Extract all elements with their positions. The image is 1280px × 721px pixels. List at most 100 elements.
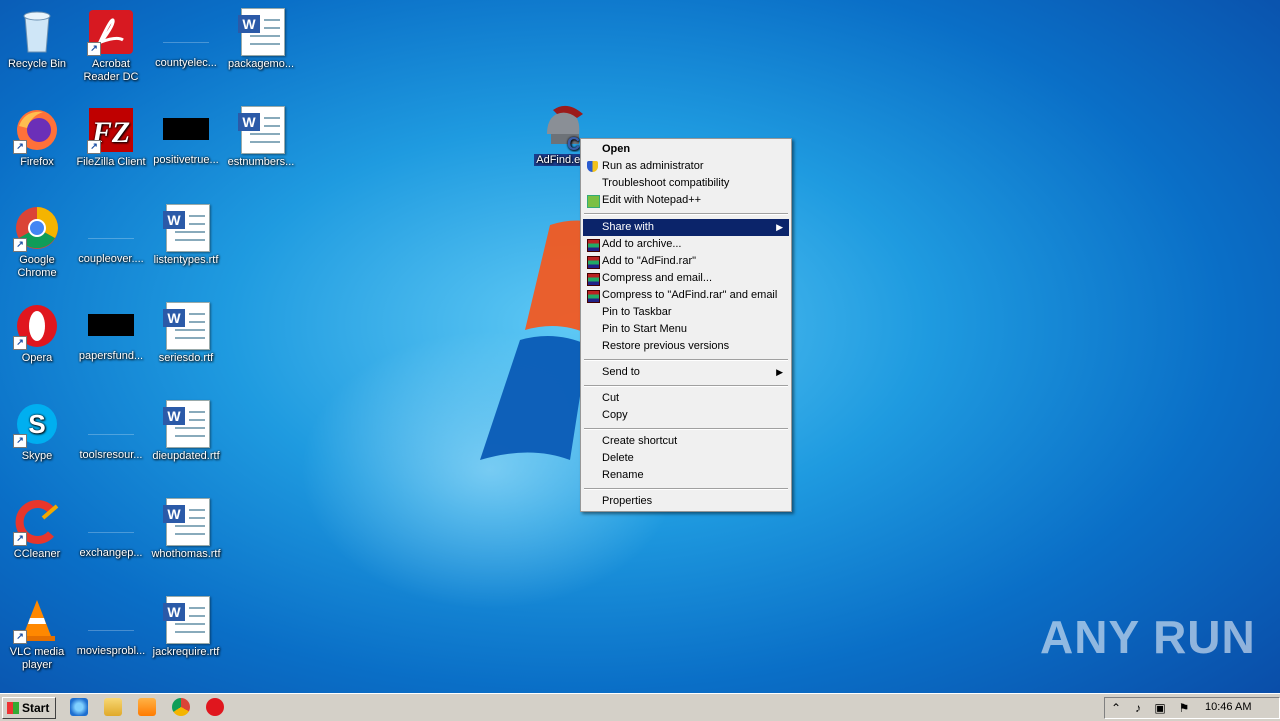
submenu-arrow-icon: ▶ (776, 222, 783, 232)
menu-item-create-shortcut[interactable]: Create shortcut (583, 433, 789, 450)
media-player-icon[interactable] (138, 698, 156, 716)
menu-item-label: Send to (602, 366, 640, 378)
menu-separator (584, 359, 788, 361)
opera-icon[interactable] (206, 698, 224, 716)
desktop-icon-vlc[interactable]: ↗ VLC media player (0, 596, 74, 672)
menu-item-compress-and-email[interactable]: Compress and email... (583, 270, 789, 287)
desktop-icon-label: packagemo... (227, 58, 295, 70)
menu-item-label: Properties (602, 495, 653, 507)
menu-item-label: Troubleshoot compatibility (602, 177, 730, 189)
menu-item-troubleshoot-compatibility[interactable]: Troubleshoot compatibility (583, 175, 789, 192)
explorer-folder-icon[interactable] (104, 698, 122, 716)
word-document-icon: W (162, 498, 210, 546)
desktop-icon-ccleaner[interactable]: ↗ CCleaner (0, 498, 74, 561)
menu-item-copy[interactable]: Copy (583, 407, 789, 424)
desktop-icon-coupleover[interactable]: coupleover.... (74, 204, 148, 266)
desktop-icon-toolsresour[interactable]: toolsresour... (74, 400, 148, 462)
desktop-icon-label: listentypes.rtf (153, 254, 219, 266)
desktop-icon-packagemo[interactable]: W packagemo... (224, 8, 298, 71)
menu-item-label: Create shortcut (602, 435, 678, 447)
desktop-icon-seriesdo[interactable]: W seriesdo.rtf (149, 302, 223, 365)
desktop-icon-label: papersfund... (78, 350, 144, 362)
skype-icon: S ↗ (13, 400, 61, 448)
desktop-icon-label: estnumbers... (227, 156, 295, 168)
svg-text:C: C (567, 134, 580, 152)
menu-item-open[interactable]: Open (583, 141, 789, 158)
desktop-icon-exchangep[interactable]: exchangep... (74, 498, 148, 560)
shortcut-arrow-icon: ↗ (13, 532, 27, 546)
desktop-icon-label: jackrequire.rtf (152, 646, 220, 658)
desktop-icon-label: whothomas.rtf (151, 548, 221, 560)
menu-item-label: Run as administrator (602, 160, 704, 172)
menu-item-label: Delete (602, 452, 634, 464)
volume-icon[interactable]: ♪ (1131, 701, 1145, 715)
desktop-icon-google-chrome[interactable]: ↗ Google Chrome (0, 204, 74, 280)
word-document-icon: W (162, 596, 210, 644)
menu-item-label: Open (602, 143, 631, 155)
notepadpp-icon (587, 195, 600, 208)
word-document-icon: W (237, 8, 285, 56)
desktop-icon-positivetrue[interactable]: positivetrue... (149, 106, 223, 167)
desktop-icon-countyelec[interactable]: countyelec... (149, 8, 223, 70)
menu-item-label: Add to "AdFind.rar" (602, 255, 697, 267)
menu-separator (584, 488, 788, 490)
desktop-icon-filezilla[interactable]: FZ ↗ FileZilla Client (74, 106, 148, 169)
taskbar: Start ⌃ ♪ ▣ ⚑ 10:46 AM (0, 693, 1280, 721)
menu-item-restore-previous-versions[interactable]: Restore previous versions (583, 338, 789, 355)
desktop-icon-label: exchangep... (79, 547, 143, 559)
action-center-flag-icon[interactable]: ⚑ (1177, 701, 1191, 715)
desktop-icon-listentypes[interactable]: W listentypes.rtf (149, 204, 223, 267)
desktop-icon-whothomas[interactable]: W whothomas.rtf (149, 498, 223, 561)
menu-item-compress-to-rar-and-email[interactable]: Compress to "AdFind.rar" and email (583, 287, 789, 304)
desktop-icon-jackrequire[interactable]: W jackrequire.rtf (149, 596, 223, 659)
show-hidden-icons-icon[interactable]: ⌃ (1109, 701, 1123, 715)
menu-item-pin-to-start-menu[interactable]: Pin to Start Menu (583, 321, 789, 338)
menu-item-delete[interactable]: Delete (583, 450, 789, 467)
start-button[interactable]: Start (2, 697, 56, 719)
network-icon[interactable]: ▣ (1153, 701, 1167, 715)
menu-item-pin-to-taskbar[interactable]: Pin to Taskbar (583, 304, 789, 321)
menu-item-edit-with-notepadpp[interactable]: Edit with Notepad++ (583, 192, 789, 209)
anyrun-watermark: ANY RUN (1040, 611, 1256, 663)
internet-explorer-icon[interactable] (70, 698, 88, 716)
shortcut-arrow-icon: ↗ (13, 434, 27, 448)
file-thumbnail-icon (88, 216, 134, 239)
file-thumbnail-icon (163, 118, 209, 140)
desktop-icon-acrobat[interactable]: ↗ Acrobat Reader DC (74, 8, 148, 84)
shortcut-arrow-icon: ↗ (13, 630, 27, 644)
desktop-icon-estnumbers[interactable]: W estnumbers... (224, 106, 298, 169)
desktop-icon-dieupdated[interactable]: W dieupdated.rtf (149, 400, 223, 463)
shortcut-arrow-icon: ↗ (13, 140, 27, 154)
menu-item-label: Edit with Notepad++ (602, 194, 702, 206)
word-document-icon: W (162, 400, 210, 448)
menu-item-add-to-archive[interactable]: Add to archive... (583, 236, 789, 253)
desktop-icon-opera[interactable]: ↗ Opera (0, 302, 74, 365)
shortcut-arrow-icon: ↗ (13, 336, 27, 350)
clock[interactable]: 10:46 AM (1205, 701, 1251, 713)
desktop-icon-label: toolsresour... (79, 449, 143, 461)
shortcut-arrow-icon: ↗ (13, 238, 27, 252)
desktop-icon-recycle-bin[interactable]: Recycle Bin (0, 8, 74, 71)
menu-item-label: Restore previous versions (602, 340, 730, 352)
desktop-icon-papersfund[interactable]: papersfund... (74, 302, 148, 363)
menu-item-properties[interactable]: Properties (583, 493, 789, 510)
menu-item-share-with[interactable]: Share with ▶ (583, 219, 789, 236)
menu-item-cut[interactable]: Cut (583, 390, 789, 407)
chrome-icon[interactable] (172, 698, 190, 716)
menu-item-rename[interactable]: Rename (583, 467, 789, 484)
menu-separator (584, 213, 788, 215)
menu-item-send-to[interactable]: Send to ▶ (583, 364, 789, 381)
word-document-icon: W (162, 302, 210, 350)
filezilla-icon: FZ ↗ (87, 106, 135, 154)
desktop-icon-firefox[interactable]: ↗ Firefox (0, 106, 74, 169)
word-document-icon: W (237, 106, 285, 154)
desktop-icon-moviesprobl[interactable]: moviesprobl... (74, 596, 148, 658)
menu-item-add-to-adfind-rar[interactable]: Add to "AdFind.rar" (583, 253, 789, 270)
winrar-icon (587, 290, 600, 303)
winrar-icon (587, 256, 600, 269)
windows-flag-icon (7, 702, 19, 714)
menu-item-label: Copy (602, 409, 628, 421)
desktop-icon-skype[interactable]: S ↗ Skype (0, 400, 74, 463)
desktop-icon-label: moviesprobl... (76, 645, 146, 657)
menu-item-run-as-administrator[interactable]: Run as administrator (583, 158, 789, 175)
